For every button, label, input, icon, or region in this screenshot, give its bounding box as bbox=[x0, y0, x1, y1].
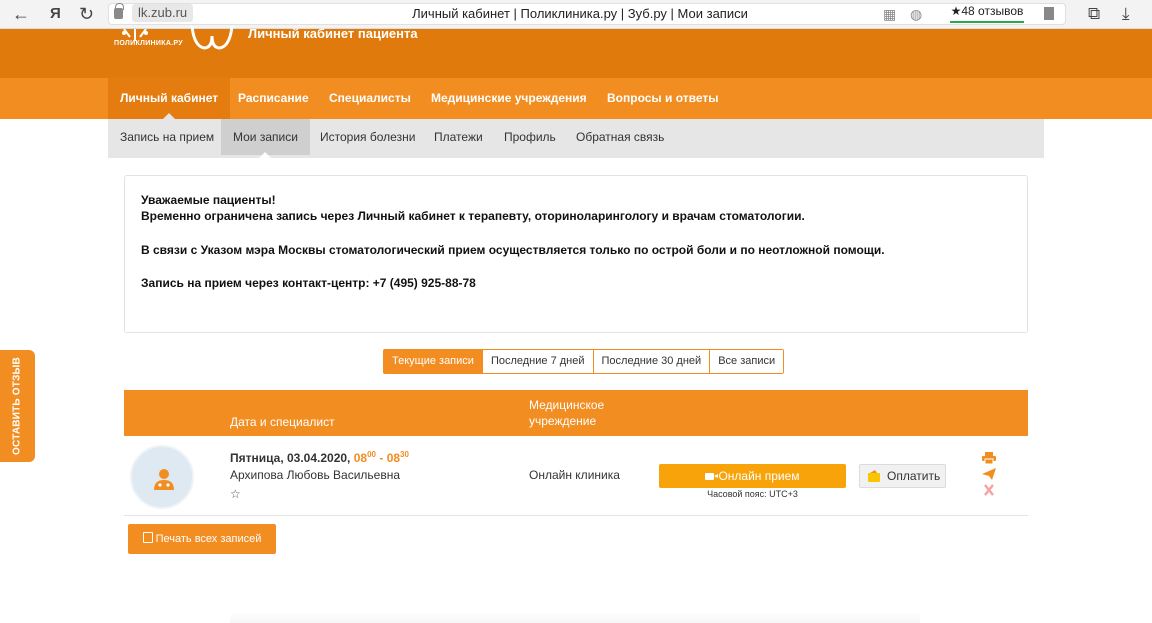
notice-decree: В связи с Указом мэра Москвы стоматологи… bbox=[141, 243, 885, 257]
doctor-name[interactable]: Архипова Любовь Васильевна bbox=[230, 468, 400, 482]
translate-icon[interactable]: ▦ bbox=[883, 6, 896, 22]
appointment-date: Пятница, 03.04.2020, bbox=[230, 451, 351, 465]
pay-button[interactable]: Оплатить bbox=[859, 464, 946, 488]
pay-button-label: Оплатить bbox=[887, 469, 941, 483]
site-header bbox=[0, 29, 1152, 78]
table-header: Дата и специалист Медицинское учреждение bbox=[124, 390, 1028, 436]
filter-last-30-days[interactable]: Последние 30 дней bbox=[593, 350, 711, 373]
filter-current[interactable]: Текущие записи bbox=[384, 350, 483, 373]
reload-icon[interactable]: ↻ bbox=[79, 3, 94, 25]
tab-my-appointments[interactable]: Мои записи bbox=[221, 119, 310, 158]
download-icon[interactable]: ⤓ bbox=[1122, 3, 1130, 25]
lock-icon bbox=[114, 3, 124, 19]
nav-medical-institutions[interactable]: Медицинские учреждения bbox=[419, 78, 599, 119]
yandex-icon[interactable]: Я bbox=[50, 3, 61, 25]
online-appointment-label: Онлайн прием bbox=[718, 469, 800, 483]
copy-print-icon bbox=[142, 532, 153, 543]
extension-icon[interactable]: ◍ bbox=[910, 6, 922, 22]
main-nav: Личный кабинет Расписание Специалисты Ме… bbox=[0, 78, 1152, 119]
print-all-label: Печать всех записей bbox=[155, 533, 262, 545]
sub-nav: Запись на прием Мои записи История болез… bbox=[108, 119, 1044, 158]
tab-make-appointment[interactable]: Запись на прием bbox=[108, 119, 226, 155]
appointment-datetime: Пятница, 03.04.2020, 0800 - 0830 bbox=[230, 450, 409, 465]
appointment-filters: Текущие записи Последние 7 дней Последни… bbox=[383, 349, 785, 374]
reviews-badge[interactable]: ★48 отзывов bbox=[950, 4, 1024, 23]
column-date-specialist: Дата и специалист bbox=[230, 415, 335, 429]
column-institution-line1: Медицинское bbox=[529, 398, 605, 412]
notice-restriction: Временно ограничена запись через Личный … bbox=[141, 209, 805, 223]
cabinet-title: Личный кабинет пациента bbox=[248, 26, 418, 41]
timezone-label: Часовой пояс: UTC+3 bbox=[707, 489, 798, 499]
clinic-name: Онлайн клиника bbox=[529, 468, 620, 482]
footer-shadow bbox=[230, 612, 920, 623]
notice-box: Уважаемые пациенты! Временно ограничена … bbox=[124, 175, 1028, 333]
tab-profile[interactable]: Профиль bbox=[492, 119, 568, 155]
browser-toolbar: ← Я ↻ lk.zub.ru Личный кабинет | Поликли… bbox=[0, 0, 1152, 29]
doctor-avatar bbox=[130, 445, 194, 509]
print-all-button[interactable]: Печать всех записей bbox=[128, 524, 276, 554]
notice-contact: Запись на прием через контакт-центр: +7 … bbox=[141, 276, 476, 290]
send-icon[interactable] bbox=[982, 468, 996, 480]
filter-all[interactable]: Все записи bbox=[710, 350, 784, 373]
tab-payments[interactable]: Платежи bbox=[422, 119, 495, 155]
nav-specialists[interactable]: Специалисты bbox=[317, 78, 423, 119]
wallet-icon bbox=[868, 470, 880, 482]
favorite-star-icon[interactable]: ☆ bbox=[230, 487, 241, 501]
nav-schedule[interactable]: Расписание bbox=[226, 78, 321, 119]
back-arrow-icon[interactable]: ← bbox=[12, 3, 30, 25]
doctor-icon bbox=[154, 469, 174, 490]
online-appointment-button[interactable]: Онлайн прием bbox=[659, 464, 846, 488]
bookmark-icon[interactable] bbox=[1044, 7, 1054, 20]
tab-medical-history[interactable]: История болезни bbox=[308, 119, 427, 155]
tab-feedback[interactable]: Обратная связь bbox=[564, 119, 676, 155]
nav-personal-cabinet[interactable]: Личный кабинет bbox=[108, 78, 231, 119]
leave-review-label: ОСТАВИТЬ ОТЗЫВ bbox=[11, 357, 23, 455]
cancel-icon[interactable] bbox=[982, 484, 996, 496]
nav-faq[interactable]: Вопросы и ответы bbox=[595, 78, 730, 119]
leave-review-tab[interactable]: ОСТАВИТЬ ОТЗЫВ bbox=[0, 350, 35, 462]
tooth-logo-icon[interactable] bbox=[190, 26, 234, 50]
logo-caption[interactable]: ПОЛИКЛИНИКА.РУ bbox=[114, 40, 183, 47]
video-camera-icon bbox=[705, 473, 719, 480]
appointment-time: 0800 - 0830 bbox=[353, 450, 409, 465]
page-title: Личный кабинет | Поликлиника.ру | Зуб.ру… bbox=[412, 6, 748, 21]
filter-last-7-days[interactable]: Последние 7 дней bbox=[482, 350, 594, 373]
url-host[interactable]: lk.zub.ru bbox=[132, 4, 194, 22]
table-row: Пятница, 03.04.2020, 0800 - 0830 Архипов… bbox=[124, 436, 1028, 516]
column-institution-line2: учреждение bbox=[529, 414, 597, 428]
print-icon[interactable] bbox=[982, 452, 996, 464]
collections-icon[interactable]: ⧉ bbox=[1088, 3, 1100, 25]
notice-greeting: Уважаемые пациенты! bbox=[141, 193, 276, 207]
